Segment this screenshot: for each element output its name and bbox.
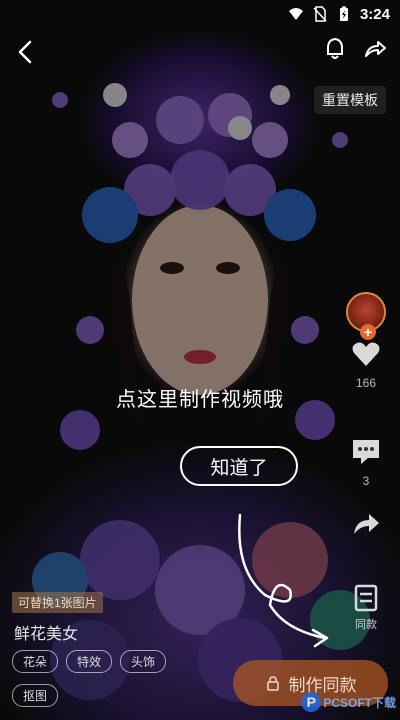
wifi-icon [288, 8, 303, 20]
guide-arrow-icon [238, 513, 329, 648]
template-list-icon[interactable] [350, 582, 382, 614]
status-bar: 3:24 [0, 0, 400, 28]
top-actions [322, 36, 388, 62]
no-sim-icon [313, 6, 327, 22]
share-action[interactable] [344, 508, 388, 540]
got-it-button[interactable]: 知道了 [180, 446, 298, 486]
guide-tip-text: 点这里制作视频哦 [116, 389, 284, 411]
chevron-left-icon[interactable] [12, 38, 40, 66]
replaceable-badge: 可替换1张图片 [12, 592, 103, 613]
avatar[interactable]: + [346, 292, 386, 340]
reset-template-button[interactable]: 重置模板 [314, 86, 386, 114]
comment-action[interactable]: 3 [344, 436, 388, 488]
comment-icon[interactable] [350, 436, 382, 468]
same-style-action[interactable]: 同款 [344, 582, 388, 632]
tag-flowers[interactable]: 花朵 [12, 650, 59, 673]
tag-cutout[interactable]: 抠图 [12, 684, 59, 707]
battery-charging-icon [339, 6, 348, 21]
heart-icon[interactable] [350, 338, 382, 370]
share-icon[interactable] [362, 36, 388, 62]
author-avatar-group[interactable]: + [344, 292, 388, 340]
same-style-label: 同款 [355, 619, 377, 631]
tag-effects[interactable]: 特效 [66, 650, 113, 673]
watermark-logo-icon: P [301, 692, 322, 712]
lock-icon [266, 676, 279, 691]
tag-headwear[interactable]: 头饰 [120, 650, 167, 673]
template-title: 鲜花美女 [14, 626, 79, 643]
site-watermark: P PCSOFT下载 [301, 692, 396, 712]
status-time: 3:24 [359, 5, 390, 23]
bell-icon[interactable] [322, 36, 348, 62]
comment-count: 3 [362, 474, 370, 488]
watermark-text: PCSOFT下载 [323, 695, 396, 710]
share-arrow-icon[interactable] [350, 508, 382, 540]
tag-list: 花朵 特效 头饰 [12, 650, 167, 673]
